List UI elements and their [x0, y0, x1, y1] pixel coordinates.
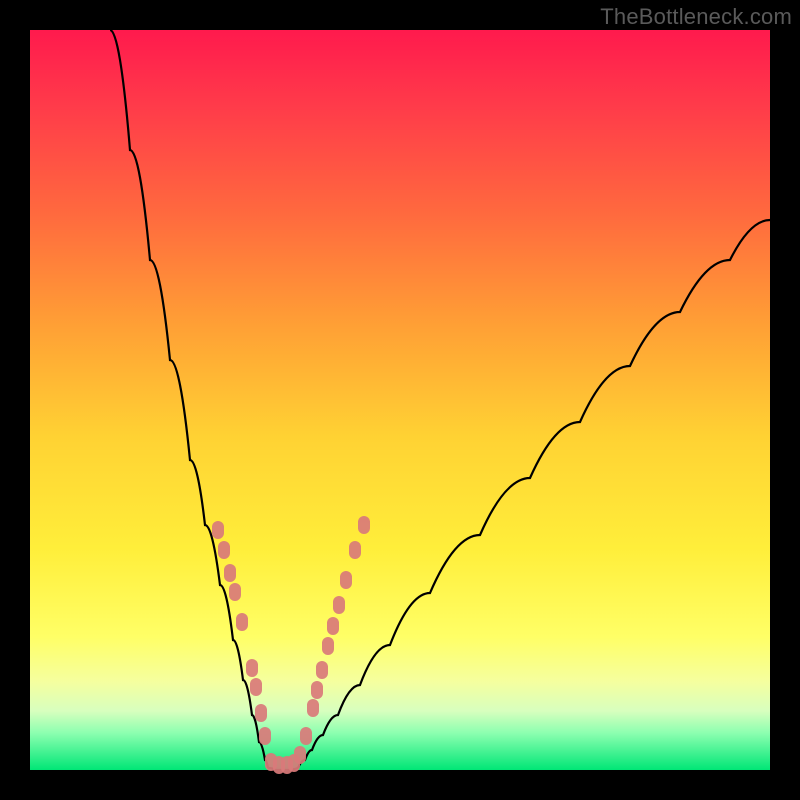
data-marker: [307, 699, 319, 717]
data-marker: [255, 704, 267, 722]
data-marker: [358, 516, 370, 534]
data-marker: [333, 596, 345, 614]
data-marker: [327, 617, 339, 635]
chart-plot-area: [30, 30, 770, 770]
data-marker: [259, 727, 271, 745]
data-marker: [218, 541, 230, 559]
data-marker: [311, 681, 323, 699]
curve-layer: [30, 30, 770, 770]
data-marker: [229, 583, 241, 601]
right-limb-curve: [298, 220, 770, 768]
data-marker: [212, 521, 224, 539]
data-marker: [322, 637, 334, 655]
watermark-text: TheBottleneck.com: [600, 4, 792, 30]
data-marker: [300, 727, 312, 745]
data-marker: [250, 678, 262, 696]
data-marker: [294, 746, 306, 764]
data-marker: [340, 571, 352, 589]
data-marker: [316, 661, 328, 679]
data-marker: [246, 659, 258, 677]
data-marker: [236, 613, 248, 631]
data-marker: [224, 564, 236, 582]
data-marker: [349, 541, 361, 559]
left-limb-curve: [110, 30, 268, 768]
